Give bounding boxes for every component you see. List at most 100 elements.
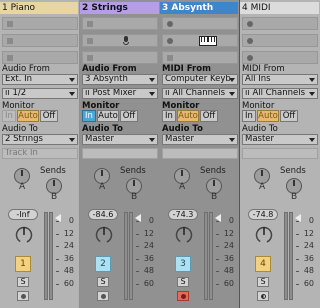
track-title-3[interactable]: 3 Absynth xyxy=(160,2,238,14)
monitor-off-button[interactable]: Off xyxy=(40,110,58,122)
clip-slot[interactable] xyxy=(242,51,318,64)
input-type-label: Audio From xyxy=(2,64,50,74)
input-type-dropdown[interactable]: Computer Keyb xyxy=(162,74,238,85)
monitor-auto-button[interactable]: Auto xyxy=(177,110,199,122)
clip-slot[interactable] xyxy=(82,51,158,64)
solo-button[interactable]: S xyxy=(17,277,29,287)
input-channel-dropdown[interactable]: ii All Channels xyxy=(162,88,238,99)
meter-scale-label: 36 xyxy=(143,253,154,263)
volume-readout[interactable]: -Inf xyxy=(8,209,38,220)
meter-tick xyxy=(56,258,59,260)
clip-slot[interactable] xyxy=(162,34,238,47)
output-channel-dropdown[interactable]: Track In xyxy=(2,148,78,159)
clip-slot[interactable] xyxy=(162,51,238,64)
track-title-1[interactable]: 1 Piano xyxy=(0,2,78,14)
clip-stop-button[interactable] xyxy=(7,55,13,61)
volume-readout[interactable]: -74.8 xyxy=(248,209,278,220)
meter-scale-label: 12 xyxy=(303,228,314,238)
meter-scale-label: 0 xyxy=(228,216,234,225)
input-type-value: Ext. In xyxy=(5,74,33,84)
output-type-value: Master xyxy=(85,134,115,144)
meter-scale-label: 60 xyxy=(223,279,234,288)
clip-slot[interactable] xyxy=(2,17,78,30)
monitor-auto-button[interactable]: Auto xyxy=(97,110,119,122)
key xyxy=(213,37,216,42)
input-channel-dropdown[interactable]: ii 1/2 xyxy=(2,88,78,99)
clip-stop-button[interactable] xyxy=(7,21,13,27)
solo-button[interactable]: S xyxy=(257,277,269,287)
clip-slot[interactable] xyxy=(82,34,158,47)
monitor-auto-button[interactable]: Auto xyxy=(257,110,279,122)
key xyxy=(204,37,206,42)
key xyxy=(207,37,209,42)
clip-stop-button[interactable] xyxy=(87,21,93,27)
level-meter-right xyxy=(209,212,213,300)
clip-stop-button[interactable] xyxy=(7,38,13,44)
clip-slot[interactable] xyxy=(2,34,78,47)
pan-knob[interactable] xyxy=(14,224,34,244)
clip-stop-button[interactable] xyxy=(167,55,173,61)
meter-tick xyxy=(296,271,299,273)
clip-record-button[interactable] xyxy=(167,21,173,27)
track-activator-button[interactable]: 3 xyxy=(175,256,191,272)
pan-knob[interactable] xyxy=(174,224,194,244)
input-type-dropdown[interactable]: 3 Absynth xyxy=(82,74,158,85)
track-title-4[interactable]: 4 MIDI xyxy=(240,2,319,14)
level-meter-left xyxy=(44,212,48,300)
meter-tick xyxy=(136,221,139,222)
send-b-label: B xyxy=(51,192,58,202)
monitor-in-button[interactable]: In xyxy=(2,110,16,122)
monitor-in-button[interactable]: In xyxy=(162,110,176,122)
chevron-down-icon xyxy=(149,92,155,96)
send-a-label: A xyxy=(19,182,26,192)
clip-slot[interactable] xyxy=(162,17,238,30)
clip-record-button[interactable] xyxy=(247,38,253,44)
track-activator-button[interactable]: 1 xyxy=(15,256,31,272)
monitor-off-button[interactable]: Off xyxy=(120,110,138,122)
solo-button[interactable]: S xyxy=(177,277,189,287)
track-title-2[interactable]: 2 Strings xyxy=(80,2,159,14)
input-type-dropdown[interactable]: All Ins xyxy=(242,74,318,85)
output-type-dropdown[interactable]: Master xyxy=(242,134,318,145)
volume-readout[interactable]: -74.3 xyxy=(168,209,198,220)
monitor-in-button[interactable]: In xyxy=(242,110,256,122)
input-channel-dropdown[interactable]: ii All Channels xyxy=(242,88,318,99)
output-type-label: Audio To xyxy=(162,124,203,134)
pan-knob[interactable] xyxy=(254,224,274,244)
clip-stop-button[interactable] xyxy=(87,55,93,61)
volume-readout[interactable]: -84.6 xyxy=(88,209,118,220)
meter-scale-label: 48 xyxy=(223,266,234,276)
record-arm-button[interactable] xyxy=(257,291,269,301)
meter-scale-label: 12 xyxy=(143,228,154,238)
output-type-dropdown[interactable]: Master xyxy=(82,134,158,145)
monitor-off-button[interactable]: Off xyxy=(200,110,218,122)
meter-tick xyxy=(56,284,59,285)
clip-slot[interactable] xyxy=(242,34,318,47)
pan-knob[interactable] xyxy=(94,224,114,244)
clip-stop-button[interactable] xyxy=(87,38,93,44)
monitor-in-button[interactable]: In xyxy=(82,110,96,122)
clip-slot[interactable] xyxy=(82,17,158,30)
clip-record-button[interactable] xyxy=(167,38,173,44)
track-activator-button[interactable]: 2 xyxy=(95,256,111,272)
input-type-dropdown[interactable]: Ext. In xyxy=(2,74,78,85)
meter-tick xyxy=(56,233,59,235)
monitor-auto-button[interactable]: Auto xyxy=(17,110,39,122)
clip-slot[interactable] xyxy=(2,51,78,64)
clip-record-button[interactable] xyxy=(247,21,253,27)
record-arm-button[interactable] xyxy=(97,291,109,301)
record-arm-button[interactable] xyxy=(17,291,29,301)
output-type-dropdown[interactable]: 2 Strings xyxy=(2,134,78,145)
track-activator-button[interactable]: 4 xyxy=(255,256,271,272)
solo-button[interactable]: S xyxy=(97,277,109,287)
knob-indicator xyxy=(21,170,23,176)
input-channel-dropdown[interactable]: ii Post Mixer xyxy=(82,88,158,99)
record-arm-button[interactable] xyxy=(177,291,189,301)
output-type-dropdown[interactable]: Master xyxy=(162,134,238,145)
clip-record-button[interactable] xyxy=(247,55,253,61)
meter-tick xyxy=(136,258,139,260)
monitor-off-button[interactable]: Off xyxy=(280,110,298,122)
meter-scale-label: 0 xyxy=(68,216,74,225)
chevron-down-icon xyxy=(309,138,315,142)
clip-slot[interactable] xyxy=(242,17,318,30)
